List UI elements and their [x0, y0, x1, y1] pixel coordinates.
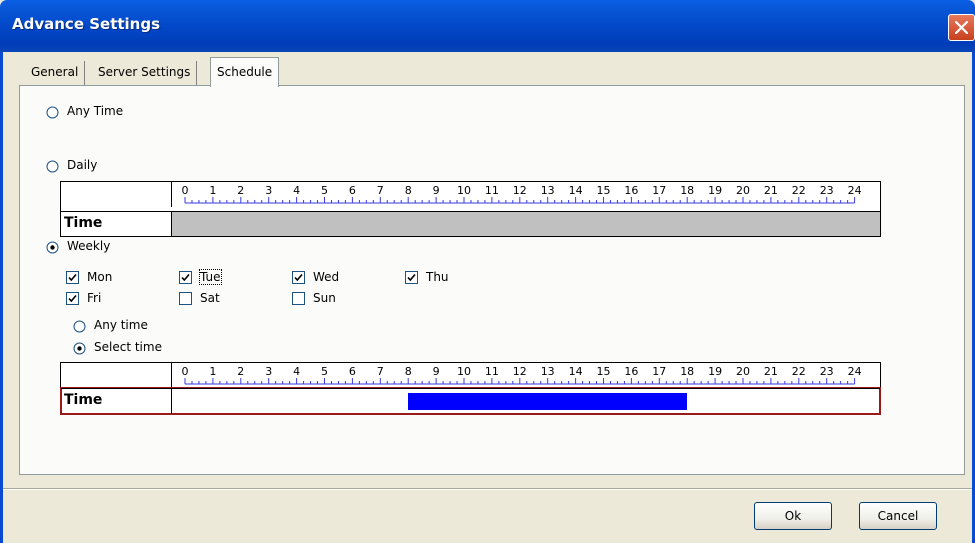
schedule-tab-panel [19, 85, 965, 475]
daily-hour-label: 17 [652, 184, 666, 197]
daily-hour-label: 15 [597, 184, 611, 197]
window-title: Advance Settings [12, 15, 161, 33]
weekly-hour-label: 2 [237, 365, 244, 378]
weekly-hour-label: 1 [209, 365, 216, 378]
daily-hour-label: 8 [405, 184, 412, 197]
daily-hour-label: 1 [209, 184, 216, 197]
weekly-hour-label: 8 [405, 365, 412, 378]
mon-label: Mon [87, 270, 113, 284]
weekly-hour-label: 7 [377, 365, 384, 378]
footer-divider-highlight [3, 489, 972, 490]
daily-hour-label: 16 [624, 184, 638, 197]
weekly-hour-label: 0 [182, 365, 189, 378]
weekly-label: Weekly [67, 239, 111, 253]
daily-hour-label: 12 [513, 184, 527, 197]
daily-schedule-grid: 0 1 2 3 4 5 6 7 8 9 10 11 12 13 14 15 16 17 18 19 20 21 22 23 24… [60, 181, 881, 237]
tue-checkbox[interactable] [179, 271, 192, 284]
fri-label: Fri [87, 291, 102, 305]
weekly-hour-label: 21 [764, 365, 778, 378]
daily-label: Daily [67, 158, 98, 172]
daily-hour-label: 22 [792, 184, 806, 197]
daily-hour-label: 2 [237, 184, 244, 197]
weekly-hour-label: 22 [792, 365, 806, 378]
tab-server-settings[interactable]: Server Settings [92, 61, 198, 85]
daily-hour-label: 13 [541, 184, 555, 197]
weekly-hour-label: 16 [624, 365, 638, 378]
daily-hour-label: 19 [708, 184, 722, 197]
weekly-hour-label: 6 [349, 365, 356, 378]
weekly-hour-label: 19 [708, 365, 722, 378]
weekly-hour-label: 3 [265, 365, 272, 378]
daily-hour-label: 9 [433, 184, 440, 197]
select-time-label: Select time [94, 340, 162, 354]
daily-hour-label: 3 [265, 184, 272, 197]
daily-hour-label: 6 [349, 184, 356, 197]
weekly-any-time-label: Any time [94, 318, 148, 332]
weekly-hour-label: 23 [820, 365, 834, 378]
weekly-hour-label: 18 [680, 365, 694, 378]
close-button[interactable] [948, 14, 975, 41]
daily-time-bar [172, 211, 880, 236]
weekly-hour-label: 11 [485, 365, 499, 378]
any-time-radio[interactable] [46, 106, 59, 119]
daily-grid-corner [61, 182, 172, 207]
weekly-hour-label: 17 [652, 365, 666, 378]
weekly-radio[interactable] [46, 241, 59, 254]
wed-label: Wed [313, 270, 340, 284]
weekly-any-time-radio[interactable] [73, 320, 86, 333]
select-time-radio[interactable] [73, 342, 86, 355]
mon-checkbox[interactable] [66, 271, 79, 284]
sat-checkbox[interactable] [179, 292, 192, 305]
weekly-time-bar[interactable] [172, 388, 880, 414]
daily-hour-ruler: 0 1 2 3 4 5 6 7 8 9 10 11 12 13 14 15 16 17 18 19 20 21 22 23 24 [182, 184, 862, 204]
cancel-button[interactable]: Cancel [859, 502, 937, 530]
daily-hour-label: 23 [820, 184, 834, 197]
close-x-icon [955, 21, 968, 34]
daily-hour-label: 0 [182, 184, 189, 197]
weekly-hour-label: 20 [736, 365, 750, 378]
weekly-hour-label: 13 [541, 365, 555, 378]
daily-hour-label: 14 [569, 184, 583, 197]
wed-checkbox[interactable] [292, 271, 305, 284]
daily-hour-label: 21 [764, 184, 778, 197]
ok-button[interactable]: Ok [754, 502, 832, 530]
tue-label: Tue [199, 269, 222, 285]
daily-hour-label: 11 [485, 184, 499, 197]
weekly-hour-label: 9 [433, 365, 440, 378]
thu-label: Thu [426, 270, 449, 284]
thu-checkbox[interactable] [405, 271, 418, 284]
daily-hour-label: 24 [848, 184, 862, 197]
weekly-hour-label: 5 [321, 365, 328, 378]
any-time-label: Any Time [67, 104, 124, 118]
weekly-hour-label: 14 [569, 365, 583, 378]
tab-general[interactable]: General [25, 61, 86, 85]
weekly-hour-ruler: 0 1 2 3 4 5 6 7 8 9 10 11 12 13 14 15 16 17 18 19 20 21 22 23 24 [182, 365, 862, 385]
weekly-hour-label: 15 [597, 365, 611, 378]
fri-checkbox[interactable] [66, 292, 79, 305]
daily-time-label: Time [61, 211, 172, 236]
daily-radio[interactable] [46, 160, 59, 173]
weekly-schedule-grid: 0 1 2 3 4 5 6 7 8 9 10 11 12 13 14 15 16 17 18 19 20 21 22 23 24… [60, 362, 881, 415]
sat-label: Sat [200, 291, 220, 305]
sun-checkbox[interactable] [292, 292, 305, 305]
weekly-hour-label: 12 [513, 365, 527, 378]
selected-time-range[interactable] [408, 393, 688, 410]
weekly-grid-corner [61, 363, 172, 388]
sun-label: Sun [313, 291, 336, 305]
daily-hour-label: 20 [736, 184, 750, 197]
daily-hour-label: 4 [293, 184, 300, 197]
tab-schedule[interactable]: Schedule [210, 57, 280, 87]
daily-hour-label: 7 [377, 184, 384, 197]
title-bar: Advance Settings [0, 0, 975, 52]
weekly-hour-label: 4 [293, 365, 300, 378]
daily-hour-label: 18 [680, 184, 694, 197]
daily-hour-label: 10 [457, 184, 471, 197]
window-border-left [0, 52, 3, 543]
weekly-hour-label: 24 [848, 365, 862, 378]
weekly-time-label: Time [61, 388, 172, 414]
daily-hour-label: 5 [321, 184, 328, 197]
weekly-hour-label: 10 [457, 365, 471, 378]
